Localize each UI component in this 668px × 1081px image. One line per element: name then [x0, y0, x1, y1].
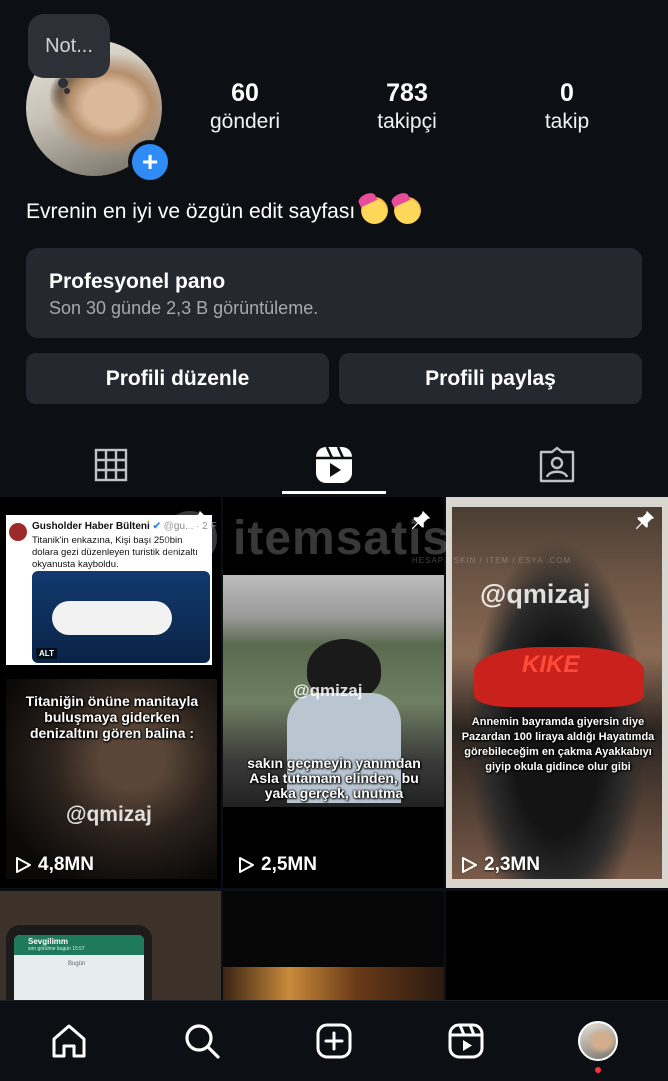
shoe-logo: KIKE	[522, 651, 580, 678]
profile-bio: Evrenin en iyi ve özgün edit sayfası	[26, 196, 422, 228]
edit-profile-button[interactable]: Profili düzenle	[26, 353, 329, 404]
stat-posts-label: gönderi	[209, 110, 281, 133]
share-profile-button[interactable]: Profili paylaş	[339, 353, 642, 404]
pin-icon	[411, 510, 431, 530]
stat-following[interactable]: 0 takip	[497, 78, 637, 136]
create-icon	[316, 1023, 352, 1059]
reel-tile[interactable]	[223, 891, 444, 1001]
active-tab-indicator	[282, 491, 386, 494]
reel-tile[interactable]: Sevgilimm son görülme bugün 15:57 Bugün	[0, 891, 221, 1001]
party-face-emoji	[361, 197, 389, 224]
reels-icon	[448, 1023, 484, 1059]
stat-followers-label: takipçi	[377, 110, 437, 133]
pin-icon	[635, 510, 655, 530]
tweet-author: Gusholder Haber Bülteni	[32, 521, 150, 532]
nav-reels[interactable]	[444, 1019, 488, 1063]
verified-badge-icon: ✔	[152, 521, 161, 532]
profile-avatar	[578, 1021, 618, 1061]
tweet-image: ALT	[32, 571, 210, 663]
tab-grid[interactable]	[0, 436, 222, 494]
submarine-shape	[52, 601, 172, 635]
notification-dot	[595, 1067, 601, 1073]
reel-caption: Titaniğin önüne manitayla buluşmaya gide…	[25, 693, 199, 741]
view-count: 4,8MN	[14, 854, 94, 876]
reel-caption: sakın geçmeyin yanımdan Asla tutamam eli…	[247, 755, 421, 801]
chat-screen: Sevgilimm son görülme bugün 15:57 Bugün	[14, 935, 144, 1001]
bottom-nav	[0, 1000, 668, 1081]
stat-followers[interactable]: 783 takipçi	[337, 78, 477, 136]
stat-following-label: takip	[544, 110, 590, 133]
note-bubble-tail-small	[64, 88, 70, 94]
pin-icon	[188, 510, 208, 530]
chat-day: Bugün	[68, 961, 86, 967]
party-face-emoji	[394, 197, 422, 224]
chat-title: Sevgilimm	[28, 937, 69, 946]
tweet-screenshot: Gusholder Haber Bülteni ✔ @gu... · 2 F T…	[6, 515, 217, 665]
reel-tile[interactable]: Gusholder Haber Bülteni ✔ @gu... · 2 F T…	[0, 497, 221, 888]
dashboard-subtitle: Son 30 günde 2,3 B görüntüleme.	[49, 298, 319, 318]
reel-handle-watermark: @qmizaj	[293, 681, 363, 700]
stat-posts-value: 60	[231, 79, 259, 107]
phone-frame: Sevgilimm son görülme bugün 15:57 Bugün	[6, 925, 152, 1001]
reel-caption: Annemin bayramda giyersin diye Pazardan …	[461, 716, 655, 773]
reel-handle-watermark: @qmizaj	[66, 803, 152, 826]
tweet-author-avatar	[9, 523, 27, 541]
tab-tagged[interactable]	[446, 436, 668, 494]
professional-dashboard-card[interactable]: Profesyonel pano Son 30 günde 2,3 B görü…	[26, 248, 642, 338]
nav-home[interactable]	[47, 1019, 91, 1063]
stat-following-value: 0	[560, 79, 574, 107]
nav-create[interactable]	[312, 1019, 356, 1063]
home-icon	[52, 1024, 86, 1058]
grid-icon	[94, 448, 128, 482]
reel-handle-watermark: @qmizaj	[480, 579, 591, 609]
view-count: 2,3MN	[460, 854, 540, 876]
reel-tile[interactable]	[446, 891, 668, 1001]
nav-search[interactable]	[180, 1019, 224, 1063]
tab-reels[interactable]	[223, 436, 445, 494]
stat-posts[interactable]: 60 gönderi	[175, 78, 315, 136]
play-icon	[462, 857, 477, 873]
view-count: 2,5MN	[237, 854, 317, 876]
stat-followers-value: 783	[386, 79, 428, 107]
alt-badge: ALT	[36, 648, 57, 659]
note-bubble[interactable]: Not...	[28, 14, 110, 78]
chat-subtitle: son görülme bugün 15:57	[28, 946, 85, 952]
add-story-button[interactable]: +	[128, 140, 172, 184]
nav-profile[interactable]	[576, 1019, 620, 1063]
play-icon	[239, 857, 254, 873]
tweet-text: Titanik'in enkazına, Kişi başı 250bin do…	[32, 535, 198, 570]
search-icon	[185, 1024, 220, 1059]
tagged-icon	[539, 446, 575, 483]
play-icon	[16, 857, 31, 873]
reel-background	[223, 967, 444, 1001]
note-bubble-tail	[58, 78, 68, 88]
watermark-tagline: HESAP / SKIN / ITEM / ESYA .COM	[412, 556, 572, 565]
reel-tile[interactable]: @qmizaj sakın geçmeyin yanımdan Asla tut…	[223, 497, 444, 888]
dashboard-title: Profesyonel pano	[49, 270, 226, 293]
reels-icon	[316, 446, 352, 483]
